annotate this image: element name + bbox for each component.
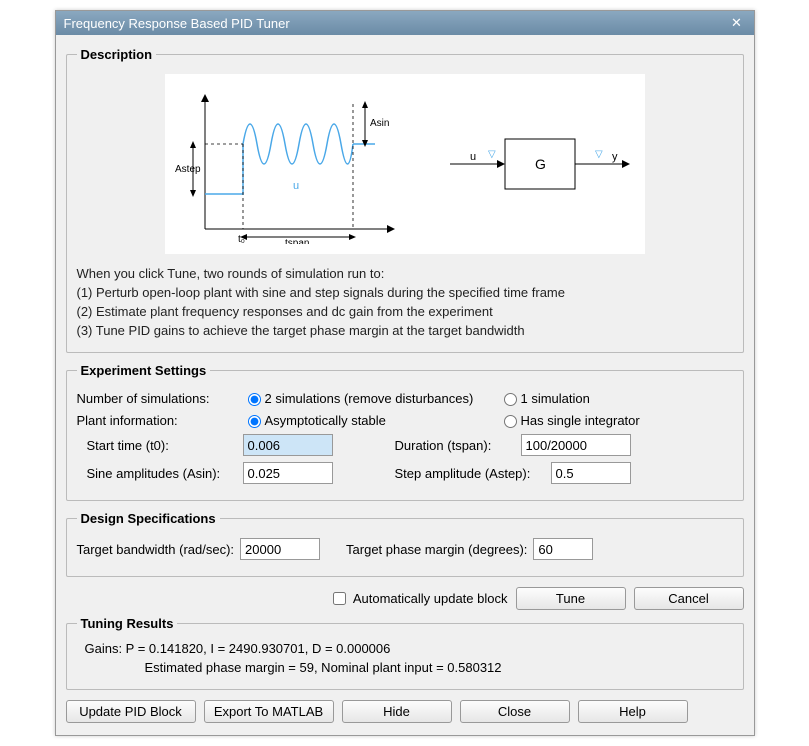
pm-input[interactable] <box>533 538 593 560</box>
bw-label: Target bandwidth (rad/sec): <box>77 542 235 557</box>
svg-text:u: u <box>470 151 476 163</box>
svg-text:Astep: Astep <box>175 164 201 175</box>
svg-text:u: u <box>293 180 299 192</box>
bottom-button-row: Update PID Block Export To MATLAB Hide C… <box>66 700 744 723</box>
svg-text:▽: ▽ <box>488 149 496 160</box>
svg-text:y: y <box>612 151 618 163</box>
tune-actions-row: Automatically update block Tune Cancel <box>66 587 744 610</box>
close-icon[interactable]: ✕ <box>728 15 746 31</box>
block-diagram-icon: G u y ▽ ▽ <box>445 124 635 204</box>
desc-line3: (3) Tune PID gains to achieve the target… <box>77 323 733 338</box>
title-bar: Frequency Response Based PID Tuner ✕ <box>56 11 754 35</box>
astep-label: Step amplitude (Astep): <box>395 466 545 481</box>
auto-update-label: Automatically update block <box>353 591 508 606</box>
start-label: Start time (t0): <box>77 438 237 453</box>
description-group: Description <box>66 47 744 353</box>
results-est: Estimated phase margin = 59, Nominal pla… <box>85 660 733 675</box>
auto-update-checkbox-wrap[interactable]: Automatically update block <box>329 589 508 608</box>
duration-label: Duration (tspan): <box>395 438 515 453</box>
cancel-button[interactable]: Cancel <box>634 587 744 610</box>
results-group: Tuning Results Gains: P = 0.141820, I = … <box>66 616 744 690</box>
auto-update-checkbox[interactable] <box>333 592 346 605</box>
update-pid-button[interactable]: Update PID Block <box>66 700 196 723</box>
num-sim-label: Number of simulations: <box>77 391 237 406</box>
tune-button[interactable]: Tune <box>516 587 626 610</box>
content-area: Description <box>56 35 754 735</box>
duration-input[interactable] <box>521 434 631 456</box>
svg-text:tspan: tspan <box>285 238 309 244</box>
description-legend: Description <box>77 47 157 62</box>
radio-1sim[interactable] <box>504 393 517 406</box>
radio-integrator-label: Has single integrator <box>521 413 640 428</box>
radio-asymp[interactable] <box>248 415 261 428</box>
desc-line1: (1) Perturb open-loop plant with sine an… <box>77 285 733 300</box>
plant-label: Plant information: <box>77 413 237 428</box>
design-legend: Design Specifications <box>77 511 220 526</box>
description-diagram: Astep Asin tspan t₀ u <box>165 74 645 254</box>
design-group: Design Specifications Target bandwidth (… <box>66 511 744 577</box>
bw-input[interactable] <box>240 538 320 560</box>
experiment-legend: Experiment Settings <box>77 363 211 378</box>
radio-integrator[interactable] <box>504 415 517 428</box>
desc-line2: (2) Estimate plant frequency responses a… <box>77 304 733 319</box>
help-button[interactable]: Help <box>578 700 688 723</box>
svg-text:Asin: Asin <box>370 118 389 129</box>
hide-button[interactable]: Hide <box>342 700 452 723</box>
close-button[interactable]: Close <box>460 700 570 723</box>
signal-diagram-icon: Astep Asin tspan t₀ u <box>175 84 405 244</box>
svg-text:G: G <box>535 156 546 172</box>
radio-1sim-label: 1 simulation <box>521 391 590 406</box>
start-time-input[interactable] <box>243 434 333 456</box>
results-legend: Tuning Results <box>77 616 178 631</box>
astep-input[interactable] <box>551 462 631 484</box>
asin-input[interactable] <box>243 462 333 484</box>
pm-label: Target phase margin (degrees): <box>346 542 527 557</box>
results-gains: Gains: P = 0.141820, I = 2490.930701, D … <box>85 641 733 656</box>
experiment-group: Experiment Settings Number of simulation… <box>66 363 744 501</box>
radio-asymp-label: Asymptotically stable <box>265 413 386 428</box>
export-matlab-button[interactable]: Export To MATLAB <box>204 700 334 723</box>
svg-text:t₀: t₀ <box>238 234 245 244</box>
description-text: When you click Tune, two rounds of simul… <box>77 266 733 338</box>
asin-label: Sine amplitudes (Asin): <box>77 466 237 481</box>
svg-text:▽: ▽ <box>595 149 603 160</box>
dialog-window: Frequency Response Based PID Tuner ✕ Des… <box>55 10 755 736</box>
window-title: Frequency Response Based PID Tuner <box>64 16 728 31</box>
desc-intro: When you click Tune, two rounds of simul… <box>77 266 733 281</box>
radio-2sim[interactable] <box>248 393 261 406</box>
radio-2sim-label: 2 simulations (remove disturbances) <box>265 391 474 406</box>
